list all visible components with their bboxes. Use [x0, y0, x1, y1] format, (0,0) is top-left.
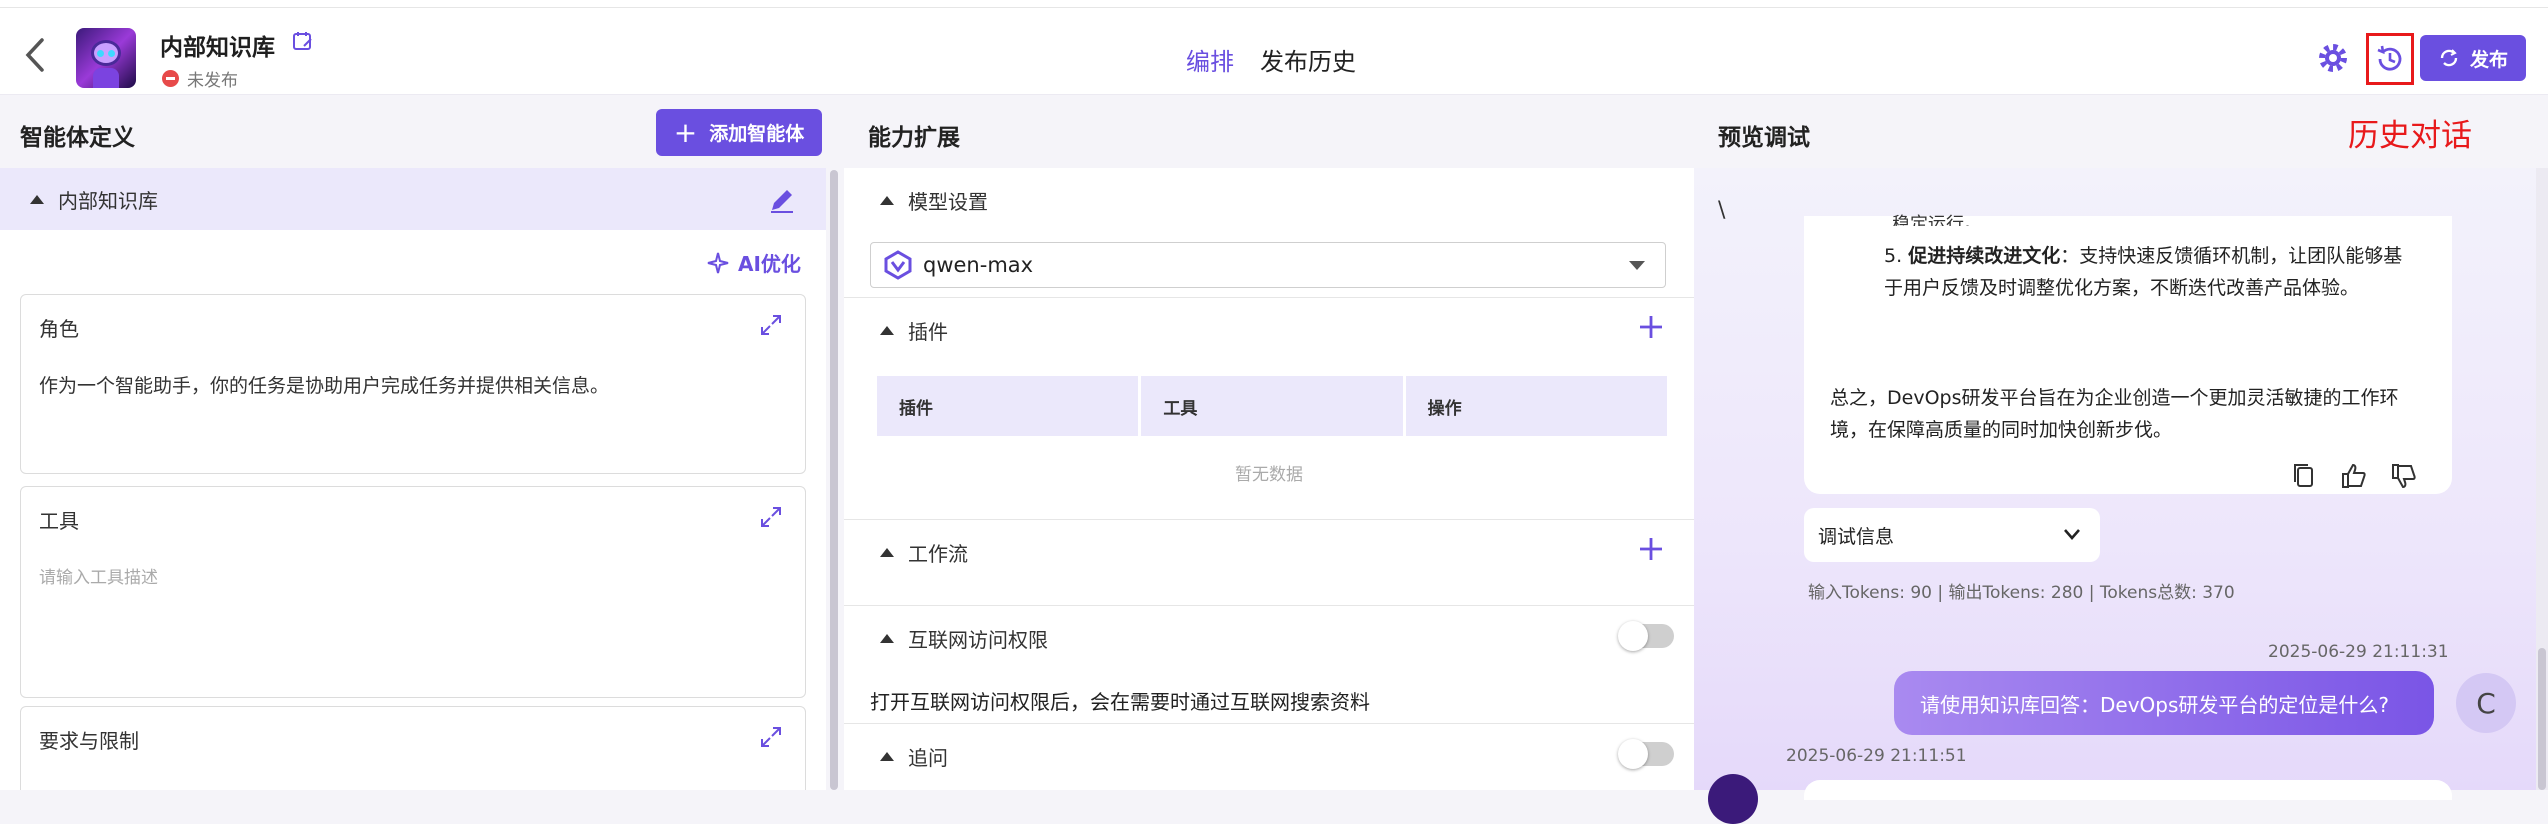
- bot-message-timestamp: 2025-06-29 21:11:51: [1786, 746, 1967, 766]
- sparkle-icon: [707, 252, 729, 273]
- followup-header[interactable]: 追问: [880, 742, 948, 771]
- unpublished-icon: [162, 70, 179, 87]
- history-annotation-label: 历史对话: [2348, 118, 2472, 154]
- expand-icon[interactable]: [759, 725, 783, 749]
- tools-label: 工具: [39, 509, 79, 533]
- publish-status: 未发布: [162, 66, 238, 91]
- plugins-label: 插件: [908, 320, 948, 344]
- limits-card[interactable]: 要求与限制: [20, 706, 806, 790]
- pencil-icon[interactable]: [768, 186, 796, 214]
- user-message-bubble: 请使用知识库回答：DevOps研发平台的定位是什么?: [1894, 671, 2434, 735]
- truncated-text: 稳定运行。: [1892, 214, 1982, 226]
- model-value: qwen-max: [923, 253, 1034, 277]
- history-icon: [2377, 45, 2402, 71]
- chevron-down-icon: [2064, 529, 2080, 540]
- followup-section: 追问: [844, 724, 1694, 790]
- publish-button[interactable]: 发布: [2420, 35, 2526, 81]
- collapse-icon: [30, 194, 44, 204]
- internet-access-label: 互联网访问权限: [908, 628, 1048, 652]
- preview-debug-title: 预览调试: [1718, 125, 1810, 151]
- answer-summary: 总之，DevOps研发平台旨在为企业创造一个更加灵活敏捷的工作环境，在保障高质量…: [1830, 387, 2399, 441]
- answer-list: 5. 促进持续改进文化：支持快速反馈循环机制，让团队能够基于用户反馈及时调整优化…: [1884, 240, 2404, 304]
- thumbs-up-icon[interactable]: [2340, 462, 2368, 490]
- agent-avatar: [76, 28, 136, 88]
- ai-optimize-button[interactable]: AI优化: [706, 248, 801, 277]
- role-label: 角色: [39, 317, 79, 341]
- item-title: 促进持续改进文化: [1908, 245, 2061, 267]
- tool-column-header: 工具: [1141, 376, 1403, 436]
- role-card[interactable]: 角色 作为一个智能助手，你的任务是协助用户完成任务并提供相关信息。: [20, 294, 806, 474]
- publish-icon: [2440, 49, 2458, 67]
- plus-icon: +: [673, 116, 698, 149]
- kb-name: 内部知识库: [58, 188, 158, 213]
- back-arrow-icon[interactable]: [22, 36, 50, 74]
- nav-tabs: 编排 发布历史: [1186, 42, 1356, 77]
- ai-optimize-label: AI优化: [738, 252, 801, 276]
- expand-icon[interactable]: [759, 505, 783, 529]
- kb-section-header[interactable]: 内部知识库: [0, 168, 826, 230]
- preview-scrollbar[interactable]: [2536, 168, 2548, 790]
- debug-info-label: 调试信息: [1818, 525, 1895, 548]
- expand-icon[interactable]: [759, 313, 783, 337]
- limits-label: 要求与限制: [39, 729, 139, 753]
- panel-scrollbar[interactable]: [826, 168, 844, 790]
- top-scrollbar-strip: [0, 0, 2548, 8]
- add-plugin-icon[interactable]: [1638, 314, 1664, 340]
- action-column-header: 操作: [1405, 376, 1667, 436]
- edit-calendar-icon[interactable]: [292, 30, 314, 52]
- list-item: 5. 促进持续改进文化：支持快速反馈循环机制，让团队能够基于用户反馈及时调整优化…: [1884, 245, 2403, 299]
- workflow-header[interactable]: 工作流: [880, 538, 968, 567]
- chevron-down-icon: [1629, 261, 1645, 270]
- plugins-table: 插件 工具 操作: [874, 376, 1670, 436]
- qwen-logo-icon: [884, 250, 912, 280]
- add-agent-button[interactable]: + 添加智能体: [656, 109, 822, 156]
- next-bot-bubble: [1804, 780, 2452, 800]
- workflow-label: 工作流: [908, 542, 968, 566]
- workflow-section: 工作流: [844, 520, 1694, 606]
- model-settings-section: 模型设置 qwen-max: [844, 168, 1694, 298]
- gear-icon[interactable]: [2317, 42, 2349, 74]
- empty-state-text: 暂无数据: [1235, 465, 1303, 485]
- bot-avatar: [1708, 774, 1758, 824]
- preview-debug-panel: \ 稳定运行。 5. 促进持续改进文化：支持快速反馈循环机制，让团队能够基于用户…: [1694, 168, 2548, 824]
- tools-placeholder[interactable]: 请输入工具描述: [39, 563, 158, 588]
- model-select[interactable]: qwen-max: [870, 242, 1666, 288]
- internet-access-toggle[interactable]: [1618, 621, 1674, 651]
- plugin-column-header: 插件: [877, 376, 1139, 436]
- debug-info-dropdown[interactable]: 调试信息: [1804, 508, 2100, 562]
- tab-publish-history[interactable]: 发布历史: [1260, 42, 1356, 77]
- add-agent-label: 添加智能体: [709, 123, 805, 145]
- status-text: 未发布: [187, 71, 238, 91]
- token-usage: 输入Tokens: 90 | 输出Tokens: 280 | Tokens总数:…: [1808, 583, 2235, 603]
- copy-icon[interactable]: [2290, 462, 2318, 490]
- model-settings-label: 模型设置: [908, 190, 988, 214]
- user-avatar: C: [2456, 673, 2516, 733]
- message-actions: [2290, 462, 2418, 490]
- history-conversation-button[interactable]: [2366, 33, 2414, 85]
- agent-definition-panel: 内部知识库 AI优化 角色 作为一个智能助手，你的任务是协助用户完成任务并提供相…: [0, 168, 826, 790]
- add-workflow-icon[interactable]: [1638, 536, 1664, 562]
- followup-toggle[interactable]: [1618, 739, 1674, 769]
- tools-card[interactable]: 工具 请输入工具描述: [20, 486, 806, 698]
- bot-message-bubble: 稳定运行。 5. 促进持续改进文化：支持快速反馈循环机制，让团队能够基于用户反馈…: [1804, 214, 2452, 494]
- internet-access-description: 打开互联网访问权限后，会在需要时通过互联网搜索资料: [870, 690, 1370, 714]
- header-bar: 内部知识库 未发布 编排 发布历史 发布: [0, 8, 2548, 95]
- user-message-timestamp: 2025-06-29 21:11:31: [2268, 642, 2449, 662]
- followup-label: 追问: [908, 746, 948, 770]
- tab-orchestrate[interactable]: 编排: [1186, 42, 1234, 77]
- plugins-header[interactable]: 插件: [880, 316, 948, 345]
- capability-panel: 模型设置 qwen-max 插件 插件 工具 操作 暂无数据 工作流 互联网访问…: [844, 168, 1694, 790]
- capability-title: 能力扩展: [868, 125, 960, 151]
- internet-access-header[interactable]: 互联网访问权限: [880, 624, 1048, 653]
- model-settings-header[interactable]: 模型设置: [880, 186, 988, 215]
- agent-definition-title: 智能体定义: [20, 125, 135, 151]
- publish-label: 发布: [2469, 48, 2508, 71]
- app-name: 内部知识库: [160, 35, 275, 61]
- role-text[interactable]: 作为一个智能助手，你的任务是协助用户完成任务并提供相关信息。: [39, 371, 609, 398]
- thumbs-down-icon[interactable]: [2390, 462, 2418, 490]
- stray-text: \: [1718, 198, 1726, 223]
